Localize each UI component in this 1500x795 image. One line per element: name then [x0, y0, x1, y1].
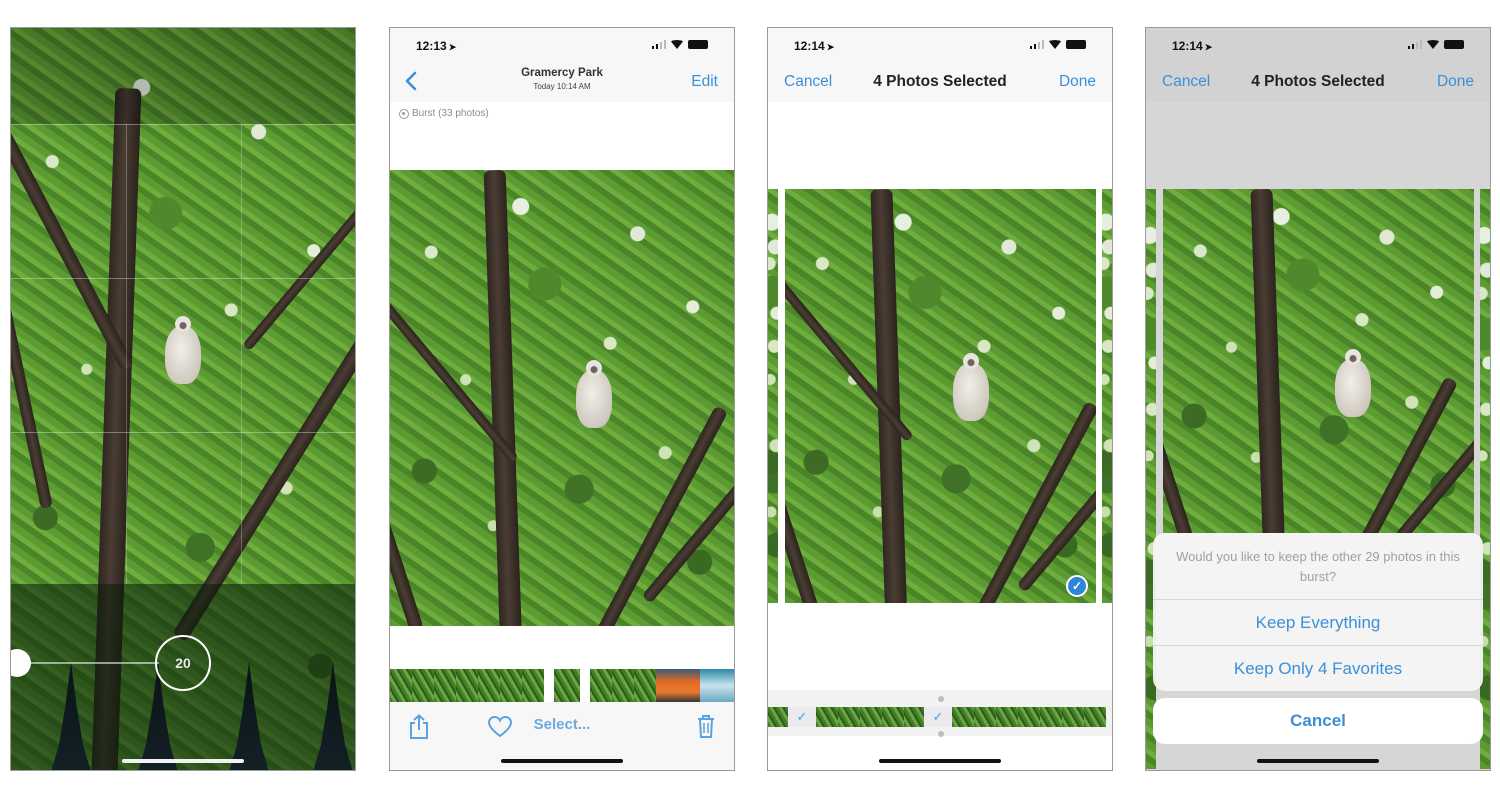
grid-line [126, 124, 127, 584]
bottom-toolbar: Select... [390, 702, 734, 770]
status-bar: 12:14 ➤ [768, 28, 1112, 62]
location-icon: ➤ [448, 42, 457, 52]
home-indicator[interactable] [1257, 759, 1379, 763]
cellular-signal-icon [1407, 40, 1422, 49]
burst-count: 20 [175, 655, 191, 671]
burst-slider-track[interactable] [21, 662, 159, 664]
scroll-indicator-dot [938, 731, 944, 737]
location-icon: ➤ [1204, 42, 1213, 52]
battery-icon [1444, 40, 1464, 49]
burst-photo[interactable]: ✓ [785, 189, 1096, 603]
cellular-signal-icon [1029, 40, 1044, 49]
wifi-icon [1427, 40, 1439, 49]
phone-camera-burst: 20 [10, 27, 356, 771]
status-bar: 12:13 ➤ [390, 28, 734, 62]
photo-date: Today 10:14 AM [533, 82, 591, 91]
previous-photo-peek[interactable] [768, 189, 778, 603]
nav-bar: Gramercy Park Today 10:14 AM Edit [390, 62, 734, 102]
battery-icon [688, 40, 708, 49]
cellular-signal-icon [651, 40, 666, 49]
action-sheet: Would you like to keep the other 29 phot… [1153, 533, 1483, 691]
selected-check-icon[interactable]: ✓ [1066, 575, 1088, 597]
action-sheet-message: Would you like to keep the other 29 phot… [1176, 549, 1460, 584]
home-indicator[interactable] [122, 759, 244, 763]
burst-photo[interactable] [390, 170, 734, 626]
keep-everything-button[interactable]: Keep Everything [1153, 599, 1483, 645]
grid-line [11, 432, 355, 433]
grid-line [241, 124, 242, 584]
burst-label: Burst (33 photos) [412, 108, 489, 119]
edit-button[interactable]: Edit [691, 73, 718, 91]
burst-icon [399, 108, 409, 119]
burst-photo [1163, 189, 1474, 533]
grid-line [11, 124, 355, 125]
status-time: 12:14 ➤ [1172, 39, 1213, 53]
home-indicator[interactable] [501, 759, 623, 763]
grid-line [11, 278, 355, 279]
select-button[interactable]: Select... [390, 716, 734, 733]
burst-filmstrip[interactable] [390, 669, 734, 702]
location-icon: ➤ [826, 42, 835, 52]
burst-info: Burst (33 photos) [399, 108, 489, 119]
sheet-cancel-button[interactable]: Cancel [1153, 698, 1483, 744]
status-time: 12:13 ➤ [416, 39, 457, 53]
album-title: Gramercy Park [521, 67, 603, 79]
nav-bar: Cancel 4 Photos Selected Done [1146, 62, 1490, 102]
scroll-indicator-dot [938, 696, 944, 702]
burst-filmstrip[interactable]: ✓ ✓ [768, 707, 1106, 727]
status-time: 12:14 ➤ [794, 39, 835, 53]
trash-icon[interactable] [696, 713, 716, 739]
next-photo-peek[interactable] [1102, 189, 1112, 603]
phone-burst-confirm: 12:14 ➤ Cancel 4 Photos Selected Done Wou… [1145, 27, 1491, 771]
battery-icon [1066, 40, 1086, 49]
done-button[interactable]: Done [1059, 73, 1096, 91]
home-indicator[interactable] [879, 759, 1001, 763]
burst-counter: 20 [155, 635, 211, 691]
done-button[interactable]: Done [1437, 73, 1474, 91]
wifi-icon [671, 40, 683, 49]
phone-burst-select: 12:14 ➤ Cancel 4 Photos Selected Done ✓ ✓… [767, 27, 1113, 771]
keep-favorites-button[interactable]: Keep Only 4 Favorites [1153, 645, 1483, 691]
status-bar: 12:14 ➤ [1146, 28, 1490, 62]
wifi-icon [1049, 40, 1061, 49]
nav-bar: Cancel 4 Photos Selected Done [768, 62, 1112, 102]
filmstrip-selected-frame: ✓ [924, 707, 952, 727]
overlay-top [11, 28, 355, 124]
phone-burst-viewer: 12:13 ➤ Gramercy Park Today 10:14 AM Edit… [389, 27, 735, 771]
filmstrip-selected-frame: ✓ [788, 707, 816, 727]
